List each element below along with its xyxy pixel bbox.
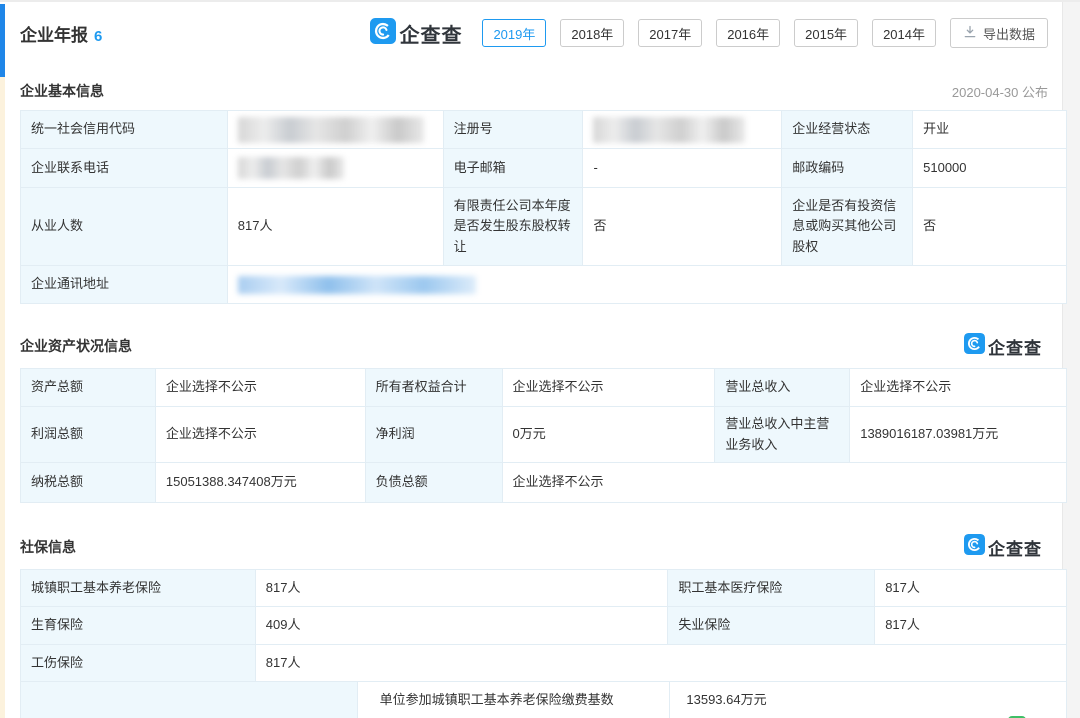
cell-label: 有限责任公司本年度是否发生股东股权转让 [444,188,584,266]
cell-label: 工伤保险 [21,645,256,682]
cell-value: 13593.64万元 [670,682,1067,718]
cell-label: 电子邮箱 [444,149,584,188]
page-title: 企业年报 6 [20,21,102,46]
table-row: 城镇职工基本养老保险 817人 职工基本医疗保险 817人 [21,570,1067,607]
qichacha-logo: 企查查 [370,18,462,49]
cell-label: 企业通讯地址 [21,266,228,304]
year-tab-2017[interactable]: 2017年 [638,19,702,47]
table-row: 利润总额 企业选择不公示 净利润 0万元 营业总收入中主营业务收入 138901… [21,407,1067,463]
cell-label: 生育保险 [21,607,256,645]
report-count-badge: 6 [94,28,102,45]
cell-label: 失业保险 [668,607,875,645]
social-section-header: 社保信息 企查查 [15,535,1062,559]
cell-value: - [583,149,782,188]
cell-value: 15051388.347408万元 [156,463,366,503]
report-card: 企业年报 6 企查查 2019年 2018年 2017年 2016年 [5,2,1062,718]
assets-table: 资产总额 企业选择不公示 所有者权益合计 企业选择不公示 营业总收入 企业选择不… [20,368,1067,503]
cell-value: 0万元 [503,407,716,463]
social-table: 城镇职工基本养老保险 817人 职工基本医疗保险 817人 生育保险 409人 … [20,569,1067,718]
cell-label: 单位参加城镇职工基本养老保险缴费基数 [358,682,671,718]
page-title-text: 企业年报 [20,26,88,45]
cell-label: 从业人数 [21,188,228,266]
redacted-value [238,117,424,143]
redacted-value [593,117,745,143]
table-row: 统一社会信用代码 注册号 企业经营状态 开业 [21,111,1067,149]
year-tab-2014[interactable]: 2014年 [872,19,936,47]
cell-label: 职工基本医疗保险 [668,570,875,607]
table-row: 企业联系电话 电子邮箱 - 邮政编码 510000 [21,149,1067,188]
cell-label: 资产总额 [21,369,156,407]
cell-value: 817人 [228,188,444,266]
cell-label: 统一社会信用代码 [21,111,228,149]
cell-value-redacted [228,266,1067,304]
cell-label: 负债总额 [366,463,503,503]
annual-report-page: 企业年报 6 企查查 2019年 2018年 2017年 2016年 [0,0,1080,718]
cell-label: 利润总额 [21,407,156,463]
cell-label: 营业总收入 [715,369,850,407]
cell-label: 净利润 [366,407,503,463]
redacted-value [238,276,476,294]
assets-section-header: 企业资产状况信息 企查查 [15,334,1062,358]
year-tab-2016[interactable]: 2016年 [716,19,780,47]
basic-info-table: 统一社会信用代码 注册号 企业经营状态 开业 企业联系电话 电子邮箱 - 邮政编… [20,110,1067,304]
cell-label: 城镇职工基本养老保险 [21,570,256,607]
table-row: 从业人数 817人 有限责任公司本年度是否发生股东股权转让 否 企业是否有投资信… [21,188,1067,266]
cell-value: 否 [583,188,782,266]
cell-value: 企业选择不公示 [503,463,1067,503]
year-tab-2015[interactable]: 2015年 [794,19,858,47]
header-right-group: 企查查 2019年 2018年 2017年 2016年 2015年 2014年 … [370,18,1048,49]
cell-value-redacted [228,149,444,188]
cell-value: 1389016187.03981万元 [850,407,1067,463]
basic-info-title: 企业基本信息 [20,81,104,101]
basic-info-section-header: 企业基本信息 2020-04-30 公布 [15,80,1062,102]
cell-value: 开业 [913,111,1067,149]
cell-value: 否 [913,188,1067,266]
cell-value: 409人 [256,607,669,645]
cell-value: 817人 [875,607,1067,645]
table-row: 纳税总额 15051388.347408万元 负债总额 企业选择不公示 [21,463,1067,503]
table-row: 生育保险 409人 失业保险 817人 [21,607,1067,645]
qichacha-logo-label: 企查查 [988,535,1042,560]
cell-label: 所有者权益合计 [366,369,503,407]
cell-label: 企业是否有投资信息或购买其他公司股权 [782,188,913,266]
table-row: 单位参加城镇职工基本养老保险缴费基数 13593.64万元 [21,682,1067,718]
cell-label-empty [21,682,358,718]
cell-value: 817人 [256,570,669,607]
qichacha-logo-icon [964,534,985,560]
download-icon [963,25,977,42]
cell-label: 邮政编码 [782,149,913,188]
social-title: 社保信息 [20,537,76,557]
qichacha-watermark: 企查查 [964,534,1042,560]
assets-title: 企业资产状况信息 [20,336,132,356]
cell-value: 817人 [256,645,1067,682]
table-row: 企业通讯地址 [21,266,1067,304]
cell-label: 纳税总额 [21,463,156,503]
cell-label: 营业总收入中主营业务收入 [715,407,850,463]
year-tab-2018[interactable]: 2018年 [560,19,624,47]
qichacha-watermark: 企查查 [964,333,1042,359]
cell-value: 510000 [913,149,1067,188]
cell-value-redacted [228,111,444,149]
qichacha-logo-label: 企查查 [399,19,462,48]
export-data-label: 导出数据 [983,24,1035,43]
qichacha-logo-label: 企查查 [988,334,1042,359]
publish-date: 2020-04-30 公布 [952,82,1048,101]
cell-label: 企业联系电话 [21,149,228,188]
report-header: 企业年报 6 企查查 2019年 2018年 2017年 2016年 [15,2,1062,64]
qichacha-logo-icon [370,18,396,49]
cell-value: 企业选择不公示 [156,369,366,407]
table-row: 资产总额 企业选择不公示 所有者权益合计 企业选择不公示 营业总收入 企业选择不… [21,369,1067,407]
export-data-button[interactable]: 导出数据 [950,18,1048,48]
cell-value: 企业选择不公示 [850,369,1067,407]
cell-label: 注册号 [444,111,584,149]
table-row: 工伤保险 817人 [21,645,1067,682]
qichacha-logo-icon [964,333,985,359]
cell-value-redacted [583,111,782,149]
year-tab-2019[interactable]: 2019年 [482,19,546,47]
cell-label: 企业经营状态 [782,111,913,149]
cell-value: 企业选择不公示 [156,407,366,463]
cell-value: 企业选择不公示 [503,369,716,407]
redacted-value [238,157,344,179]
cell-value: 817人 [875,570,1067,607]
